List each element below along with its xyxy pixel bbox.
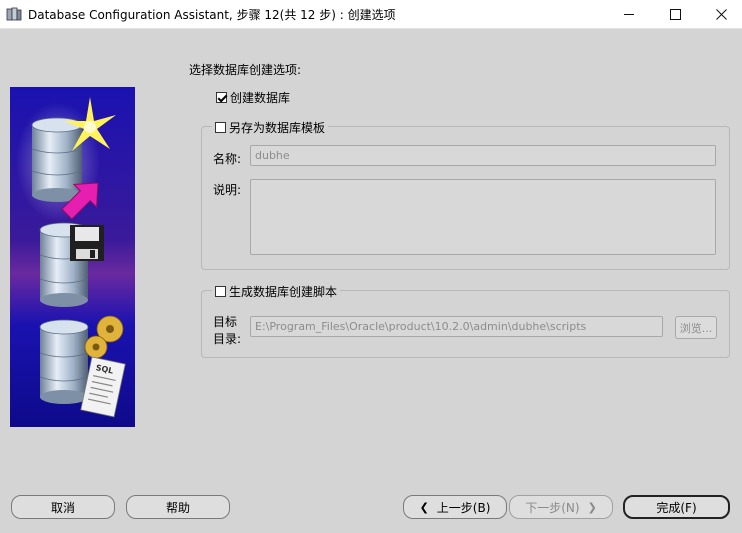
- generate-scripts-checkbox[interactable]: [215, 286, 226, 297]
- chevron-right-icon: ❯: [587, 500, 597, 514]
- next-button[interactable]: 下一步(N) ❯: [509, 495, 613, 519]
- close-button[interactable]: [698, 0, 742, 28]
- cancel-button-label: 取消: [50, 500, 75, 515]
- template-description-label: 说明:: [213, 183, 242, 197]
- back-button[interactable]: ❮ 上一步(B): [403, 495, 507, 519]
- finish-button[interactable]: 完成(F): [623, 495, 730, 519]
- template-name-input[interactable]: dubhe: [250, 145, 716, 166]
- create-database-label: 创建数据库: [230, 91, 291, 105]
- cancel-button[interactable]: 取消: [11, 495, 115, 519]
- minimize-icon: [624, 13, 634, 15]
- help-button[interactable]: 帮助: [126, 495, 230, 519]
- generate-scripts-label: 生成数据库创建脚本: [229, 285, 338, 299]
- close-icon: [715, 8, 727, 20]
- destination-directory-input[interactable]: E:\Program_Files\Oracle\product\10.2.0\a…: [250, 316, 663, 337]
- destination-label-line1: 目标: [213, 315, 238, 329]
- finish-button-label: 完成(F): [656, 500, 697, 515]
- generate-scripts-option[interactable]: 生成数据库创建脚本: [212, 283, 341, 300]
- back-button-label: 上一步(B): [436, 500, 491, 515]
- template-name-label: 名称:: [213, 152, 242, 166]
- create-database-option[interactable]: 创建数据库: [216, 89, 290, 106]
- chevron-left-icon: ❮: [419, 500, 429, 514]
- browse-button[interactable]: 浏览...: [675, 316, 717, 339]
- maximize-icon: [669, 8, 681, 20]
- template-description-textarea[interactable]: [250, 179, 716, 255]
- next-button-label: 下一步(N): [525, 500, 580, 515]
- save-template-label: 另存为数据库模板: [229, 121, 326, 135]
- save-template-checkbox[interactable]: [215, 122, 226, 133]
- create-database-checkbox[interactable]: [216, 92, 227, 103]
- destination-label-line2: 目录:: [213, 332, 242, 346]
- options-heading: 选择数据库创建选项:: [189, 63, 302, 77]
- minimize-button[interactable]: [606, 0, 652, 28]
- window-title: Database Configuration Assistant, 步骤 12(…: [28, 8, 396, 22]
- maximize-button[interactable]: [652, 0, 698, 28]
- wizard-banner-image: SQL: [10, 87, 135, 427]
- save-template-option[interactable]: 另存为数据库模板: [212, 119, 329, 136]
- help-button-label: 帮助: [165, 500, 190, 515]
- app-icon: [6, 6, 22, 22]
- title-bar: Database Configuration Assistant, 步骤 12(…: [0, 0, 742, 29]
